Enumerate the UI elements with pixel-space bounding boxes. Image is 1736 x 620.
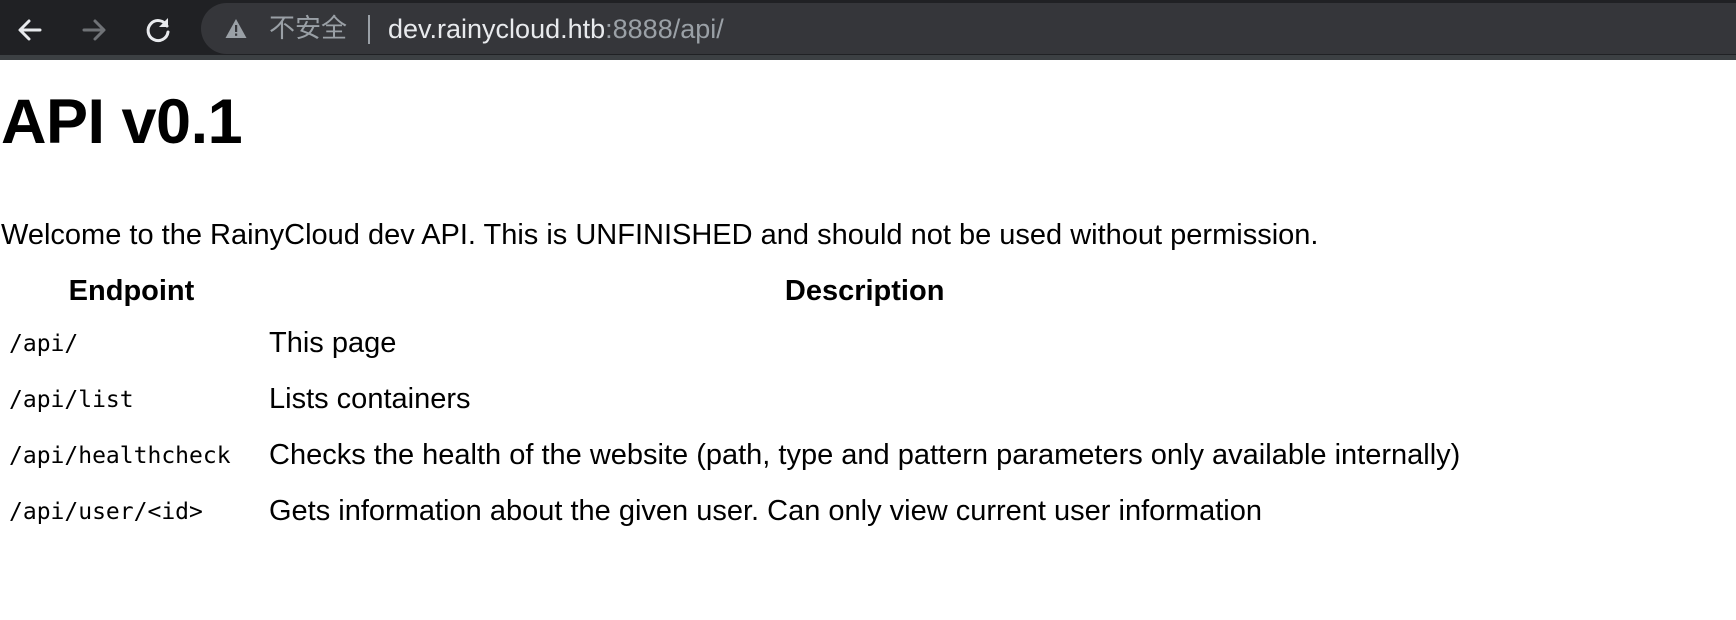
- page-content: API v0.1 Welcome to the RainyCloud dev A…: [0, 60, 1736, 620]
- endpoint-cell: /api/user/<id>: [9, 498, 203, 525]
- header-description: Description: [784, 274, 945, 307]
- header-endpoint: Endpoint: [68, 274, 195, 307]
- forward-button[interactable]: [74, 10, 114, 50]
- warning-triangle-icon[interactable]: [225, 18, 247, 40]
- address-bar[interactable]: 不安全 dev.rainycloud.htb:8888/api/: [201, 3, 1736, 54]
- table-row: /api/user/<id> Gets information about th…: [3, 485, 1466, 538]
- arrow-left-icon: [18, 19, 42, 41]
- description-cell: Gets information about the given user. C…: [269, 495, 1262, 527]
- welcome-text: Welcome to the RainyCloud dev API. This …: [1, 219, 1319, 251]
- url-path: :8888/api/: [605, 14, 724, 44]
- arrow-right-icon: [82, 19, 106, 41]
- endpoint-table: Endpoint Description /api/ This page /ap…: [0, 265, 1469, 541]
- description-cell: Lists containers: [269, 383, 471, 415]
- page-title: API v0.1: [1, 87, 243, 157]
- table-row: /api/healthcheck Checks the health of th…: [3, 429, 1466, 482]
- table-row: /api/ This page: [3, 317, 1466, 370]
- url-text[interactable]: dev.rainycloud.htb:8888/api/: [388, 15, 724, 43]
- endpoint-cell: /api/list: [9, 386, 134, 413]
- table-header-row: Endpoint Description: [3, 268, 1466, 314]
- security-label[interactable]: 不安全: [269, 15, 347, 43]
- description-cell: This page: [269, 327, 397, 359]
- back-button[interactable]: [10, 10, 50, 50]
- description-cell: Checks the health of the website (path, …: [269, 439, 1461, 471]
- endpoint-cell: /api/healthcheck: [9, 442, 231, 469]
- omnibox-divider: [368, 15, 370, 44]
- reload-icon: [146, 18, 170, 42]
- url-host: dev.rainycloud.htb: [388, 14, 606, 44]
- endpoint-cell: /api/: [9, 330, 79, 357]
- table-row: /api/list Lists containers: [3, 373, 1466, 426]
- reload-button[interactable]: [138, 10, 178, 50]
- browser-toolbar: 不安全 dev.rainycloud.htb:8888/api/: [0, 0, 1736, 60]
